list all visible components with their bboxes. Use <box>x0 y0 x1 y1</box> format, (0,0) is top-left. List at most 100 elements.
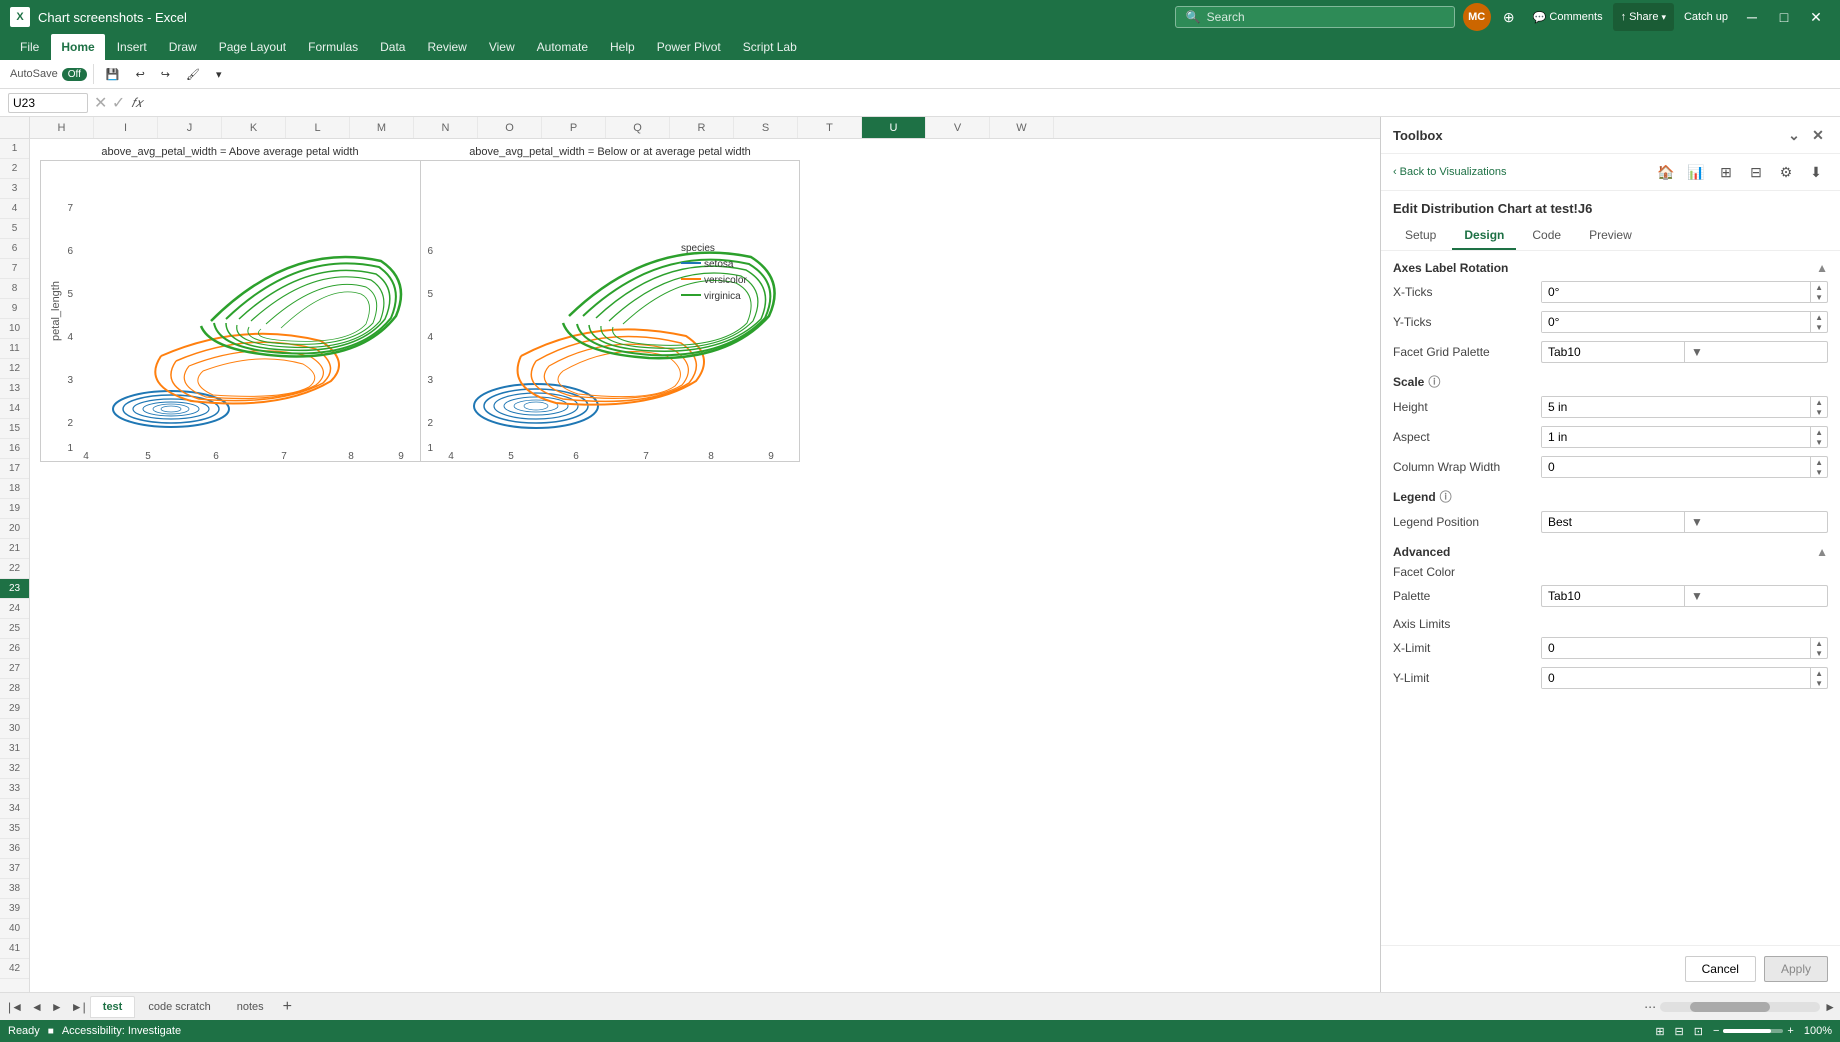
facet-grid-palette-select[interactable]: Tab10 ▼ <box>1541 341 1828 363</box>
toolbox-tab-design[interactable]: Design <box>1452 222 1516 250</box>
toolbox-collapse-btn[interactable]: ⌄ <box>1784 125 1804 145</box>
row-9[interactable]: 9 <box>0 299 29 319</box>
col-wrap-down[interactable]: ▼ <box>1811 467 1827 477</box>
plugin-btn[interactable]: ⊕ <box>1495 3 1523 31</box>
row-8[interactable]: 8 <box>0 279 29 299</box>
y-limit-input[interactable] <box>1542 668 1810 688</box>
formula-input[interactable] <box>149 96 1832 110</box>
minimize-btn[interactable]: ─ <box>1738 3 1766 31</box>
tab-data[interactable]: Data <box>370 34 415 60</box>
x-ticks-up[interactable]: ▲ <box>1811 282 1827 292</box>
facet-color-palette-dropdown-arrow[interactable]: ▼ <box>1684 586 1827 606</box>
toolbox-close-btn[interactable]: ✕ <box>1808 125 1828 145</box>
aspect-input[interactable] <box>1542 427 1810 447</box>
row-40[interactable]: 40 <box>0 919 29 939</box>
tab-file[interactable]: File <box>10 34 49 60</box>
toolbox-tab-preview[interactable]: Preview <box>1577 222 1644 250</box>
row-22[interactable]: 22 <box>0 559 29 579</box>
row-20[interactable]: 20 <box>0 519 29 539</box>
accessibility-status[interactable]: Accessibility: Investigate <box>62 1025 181 1037</box>
row-18[interactable]: 18 <box>0 479 29 499</box>
x-limit-up[interactable]: ▲ <box>1811 638 1827 648</box>
col-u[interactable]: U <box>862 117 926 138</box>
col-n[interactable]: N <box>414 117 478 138</box>
zoom-slider[interactable] <box>1723 1029 1783 1033</box>
row-36[interactable]: 36 <box>0 839 29 859</box>
row-12[interactable]: 12 <box>0 359 29 379</box>
user-avatar[interactable]: MC <box>1463 3 1491 31</box>
row-4[interactable]: 4 <box>0 199 29 219</box>
toolbox-tab-setup[interactable]: Setup <box>1393 222 1448 250</box>
col-p[interactable]: P <box>542 117 606 138</box>
col-j[interactable]: J <box>158 117 222 138</box>
tab-formulas[interactable]: Formulas <box>298 34 368 60</box>
y-ticks-up[interactable]: ▲ <box>1811 312 1827 322</box>
col-w[interactable]: W <box>990 117 1054 138</box>
row-6[interactable]: 6 <box>0 239 29 259</box>
legend-position-dropdown-arrow[interactable]: ▼ <box>1684 512 1827 532</box>
x-limit-input[interactable] <box>1542 638 1810 658</box>
y-limit-up[interactable]: ▲ <box>1811 668 1827 678</box>
format-painter-btn[interactable]: 🖌 <box>180 65 206 84</box>
col-i[interactable]: I <box>94 117 158 138</box>
settings-icon-btn[interactable]: ⚙ <box>1774 160 1798 184</box>
sheet-nav-next[interactable]: ► <box>47 1000 67 1014</box>
cell-reference-box[interactable] <box>8 93 88 113</box>
x-ticks-input[interactable] <box>1542 282 1810 302</box>
tab-script-lab[interactable]: Script Lab <box>733 34 807 60</box>
row-2[interactable]: 2 <box>0 159 29 179</box>
row-21[interactable]: 21 <box>0 539 29 559</box>
home-icon-btn[interactable]: 🏠 <box>1654 160 1678 184</box>
sheet-nav-prev[interactable]: ◄ <box>27 1000 47 1014</box>
view-page-layout-icon[interactable]: ⊡ <box>1694 1025 1703 1038</box>
advanced-section-collapse[interactable]: ▲ <box>1816 545 1828 559</box>
row-39[interactable]: 39 <box>0 899 29 919</box>
legend-info-icon[interactable]: ⓘ <box>1440 488 1452 505</box>
row-19[interactable]: 19 <box>0 499 29 519</box>
horiz-scroll-thumb[interactable] <box>1690 1002 1770 1012</box>
undo-btn[interactable]: ↩ <box>130 65 151 84</box>
comments-btn[interactable]: 💬Comments <box>1527 3 1609 31</box>
view-page-break-icon[interactable]: ⊟ <box>1675 1025 1684 1038</box>
back-to-viz-link[interactable]: ‹ Back to Visualizations <box>1393 166 1506 178</box>
facet-color-palette-select[interactable]: Tab10 ▼ <box>1541 585 1828 607</box>
col-wrap-input[interactable] <box>1542 457 1810 477</box>
col-m[interactable]: M <box>350 117 414 138</box>
grid-icon-btn[interactable]: ⊟ <box>1744 160 1768 184</box>
tab-page-layout[interactable]: Page Layout <box>209 34 296 60</box>
x-limit-down[interactable]: ▼ <box>1811 648 1827 658</box>
height-down[interactable]: ▼ <box>1811 407 1827 417</box>
row-28[interactable]: 28 <box>0 679 29 699</box>
row-34[interactable]: 34 <box>0 799 29 819</box>
row-30[interactable]: 30 <box>0 719 29 739</box>
y-ticks-input[interactable] <box>1542 312 1810 332</box>
search-input[interactable] <box>1207 10 1444 24</box>
row-24[interactable]: 24 <box>0 599 29 619</box>
row-7[interactable]: 7 <box>0 259 29 279</box>
close-btn[interactable]: ✕ <box>1802 3 1830 31</box>
row-1[interactable]: 1 <box>0 139 29 159</box>
row-31[interactable]: 31 <box>0 739 29 759</box>
row-29[interactable]: 29 <box>0 699 29 719</box>
apply-button[interactable]: Apply <box>1764 956 1828 982</box>
axes-section-collapse[interactable]: ▲ <box>1816 261 1828 275</box>
toolbox-tab-code[interactable]: Code <box>1520 222 1573 250</box>
restore-btn[interactable]: □ <box>1770 3 1798 31</box>
tab-view[interactable]: View <box>479 34 525 60</box>
y-ticks-down[interactable]: ▼ <box>1811 322 1827 332</box>
row-23[interactable]: 23 <box>0 579 29 599</box>
row-42[interactable]: 42 <box>0 959 29 979</box>
sheet-tab-code-scratch[interactable]: code scratch <box>135 996 223 1018</box>
row-3[interactable]: 3 <box>0 179 29 199</box>
row-15[interactable]: 15 <box>0 419 29 439</box>
col-l[interactable]: L <box>286 117 350 138</box>
catch-up-btn[interactable]: Catch up <box>1678 3 1734 31</box>
row-17[interactable]: 17 <box>0 459 29 479</box>
tab-power-pivot[interactable]: Power Pivot <box>647 34 731 60</box>
add-sheet-btn[interactable]: + <box>277 998 298 1016</box>
tab-help[interactable]: Help <box>600 34 645 60</box>
scroll-right-btn[interactable]: ► <box>1824 1000 1836 1014</box>
layout-icon-btn[interactable]: ⊞ <box>1714 160 1738 184</box>
view-normal-icon[interactable]: ⊞ <box>1655 1025 1664 1038</box>
col-h[interactable]: H <box>30 117 94 138</box>
